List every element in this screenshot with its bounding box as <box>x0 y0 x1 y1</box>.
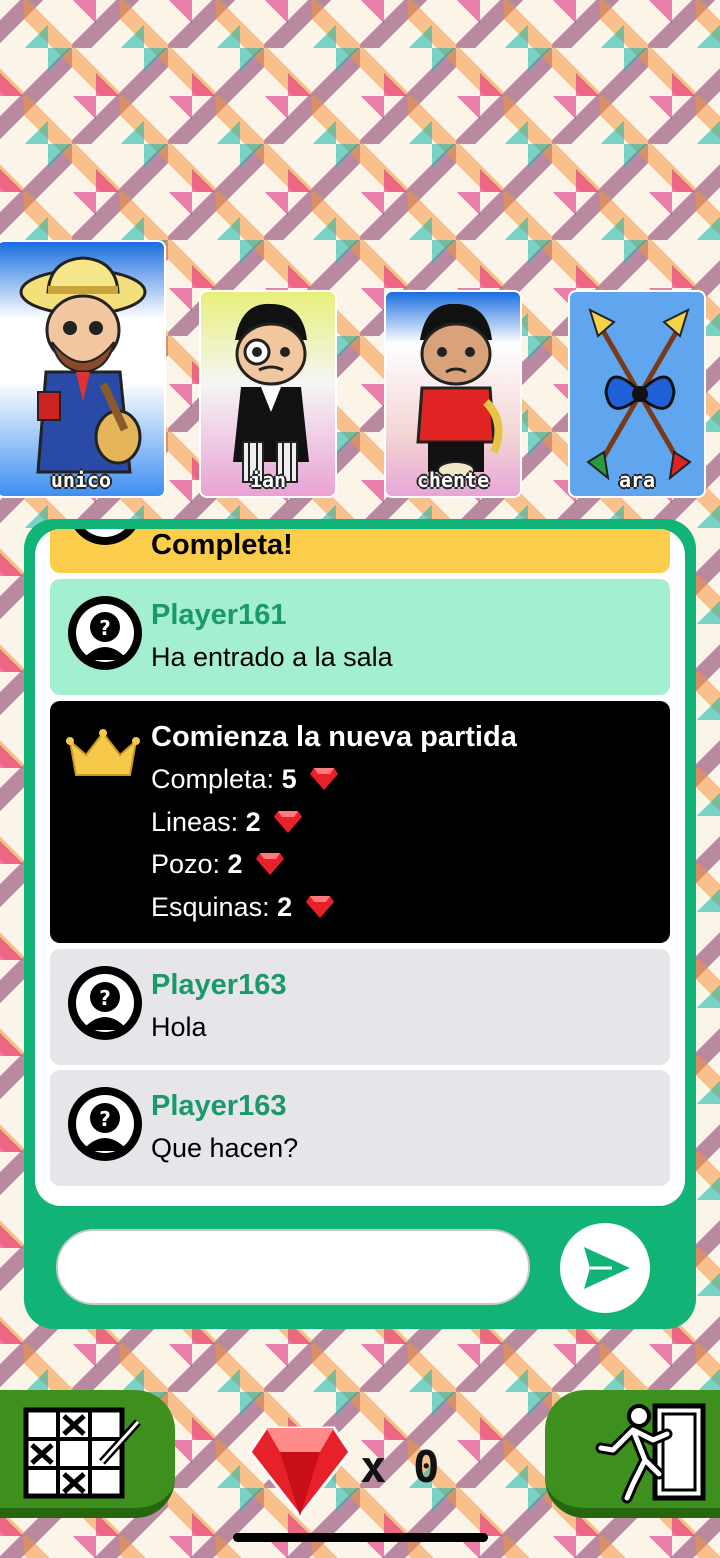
prize-row-pozo: Pozo: 2 <box>151 849 285 880</box>
message-text: Que hacen? <box>151 1133 299 1163</box>
gem-icon <box>305 896 334 918</box>
home-indicator[interactable] <box>233 1533 488 1542</box>
card-label: chente <box>416 468 490 492</box>
player-avatar-icon <box>74 529 136 545</box>
cowboy-character-image <box>19 256 147 474</box>
chat-panel: Completa! ? Player161 Ha entrado a la sa… <box>24 519 696 1329</box>
exit-door-icon <box>595 1403 706 1504</box>
join-message: ? Player161 Ha entrado a la sala <box>50 579 670 695</box>
bingo-card-button[interactable] <box>0 1390 175 1518</box>
chat-message: ? Player163 Que hacen? <box>50 1070 670 1186</box>
card-label: ian <box>249 468 287 492</box>
player-card-ara[interactable]: ara <box>568 290 706 498</box>
gem-icon <box>248 1426 352 1518</box>
svg-text:?: ? <box>99 986 111 1010</box>
player-card-ian[interactable]: ian <box>199 290 337 498</box>
send-icon <box>584 1247 630 1289</box>
chat-messages-list[interactable]: Completa! ? Player161 Ha entrado a la sa… <box>35 529 685 1206</box>
prize-row-completa: Completa: 5 <box>151 764 339 795</box>
player-card-chente[interactable]: chente <box>384 290 522 498</box>
unknown-player-avatar-icon: ? <box>68 1087 142 1161</box>
gem-count-value: x 0 <box>360 1442 440 1493</box>
player-cards-row: unico ian chente ara <box>0 240 720 505</box>
prize-row-lineas: Lineas: 2 <box>151 807 303 838</box>
message-author: Player163 <box>151 969 287 1001</box>
gem-counter: x 0 <box>248 1422 448 1522</box>
card-label: unico <box>50 468 112 492</box>
message-text: Ha entrado a la sala <box>151 642 393 672</box>
chat-message: ? Player163 Hola <box>50 949 670 1065</box>
unknown-player-avatar-icon: ? <box>68 966 142 1040</box>
gem-icon <box>274 811 303 833</box>
winner-title: Completa! <box>151 529 293 561</box>
gem-icon <box>256 853 285 875</box>
send-button[interactable] <box>560 1223 650 1313</box>
svg-text:?: ? <box>99 1107 111 1131</box>
message-author: Player161 <box>151 599 287 631</box>
game-start-message: Comienza la nueva partida Completa: 5 Li… <box>50 701 670 943</box>
message-text: Hola <box>151 1012 207 1042</box>
bingo-grid-icon <box>23 1407 141 1499</box>
exit-button[interactable] <box>545 1390 720 1518</box>
prize-row-esquinas: Esquinas: 2 <box>151 892 334 923</box>
player-card-unico[interactable]: unico <box>0 240 166 498</box>
crown-icon <box>66 729 140 776</box>
gem-icon <box>310 768 339 790</box>
game-start-title: Comienza la nueva partida <box>151 721 517 753</box>
card-label: ara <box>618 468 656 492</box>
message-author: Player163 <box>151 1090 287 1122</box>
chat-message-input[interactable] <box>56 1229 530 1305</box>
unknown-player-avatar-icon: ? <box>68 596 142 670</box>
svg-text:?: ? <box>99 616 111 640</box>
winner-message: Completa! <box>50 529 670 573</box>
